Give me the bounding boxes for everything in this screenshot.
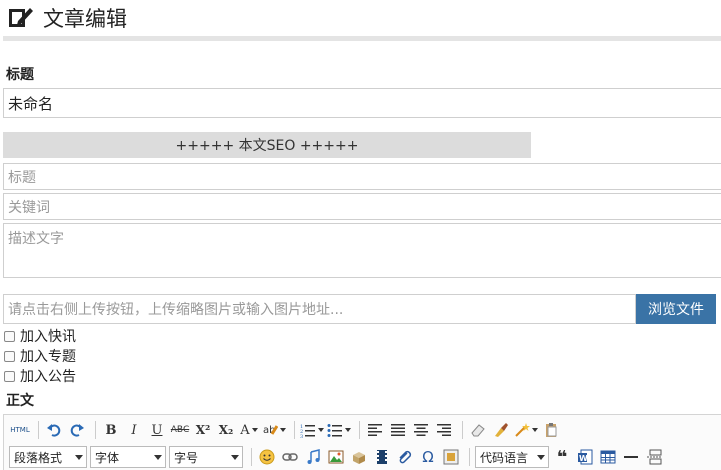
eraser-icon[interactable] bbox=[468, 419, 488, 441]
page-break-icon[interactable] bbox=[644, 446, 664, 468]
paragraph-format-select[interactable]: 段落格式 bbox=[9, 446, 87, 468]
emoji-icon[interactable] bbox=[257, 446, 277, 468]
checkbox[interactable] bbox=[4, 330, 15, 342]
toolbar-separator bbox=[38, 421, 39, 439]
italic-button[interactable]: I bbox=[124, 419, 144, 441]
word-paste-icon[interactable]: W bbox=[575, 446, 595, 468]
align-center-icon[interactable] bbox=[411, 419, 431, 441]
toolbar-separator bbox=[462, 421, 463, 439]
checkbox-announcement[interactable]: 加入公告 bbox=[4, 367, 76, 385]
edit-icon bbox=[9, 8, 33, 27]
table-icon[interactable] bbox=[598, 446, 618, 468]
font-family-select[interactable]: 字体 bbox=[90, 446, 166, 468]
music-icon[interactable] bbox=[303, 446, 323, 468]
attachment-package-icon[interactable] bbox=[349, 446, 369, 468]
special-char-button[interactable]: Ω bbox=[418, 446, 438, 468]
rich-text-editor: HTML B I U ABC X² X₂ A ab 123 段落格式 字体 字号… bbox=[3, 414, 721, 470]
ordered-list-button[interactable]: 123 bbox=[300, 419, 324, 441]
font-color-button[interactable]: A bbox=[239, 419, 259, 441]
title-input[interactable]: 未命名 bbox=[3, 88, 721, 118]
superscript-button[interactable]: X² bbox=[193, 419, 213, 441]
toolbar-separator bbox=[294, 421, 295, 439]
toolbar-separator bbox=[95, 421, 96, 439]
checkbox-label: 加入快讯 bbox=[20, 329, 76, 345]
unordered-list-icon bbox=[327, 424, 342, 437]
image-icon[interactable] bbox=[326, 446, 346, 468]
checkbox[interactable] bbox=[4, 370, 15, 382]
code-language-value: 代码语言 bbox=[480, 450, 529, 465]
paperclip-icon[interactable] bbox=[395, 446, 415, 468]
checkbox-flash-news[interactable]: 加入快讯 bbox=[4, 327, 76, 345]
frame-image-icon[interactable] bbox=[441, 446, 461, 468]
font-color-icon: A bbox=[240, 422, 250, 438]
toolbar-separator bbox=[469, 448, 470, 466]
thumbnail-url-input[interactable]: 请点击右侧上传按钮，上传缩略图片或输入图片地址... bbox=[3, 294, 636, 324]
strikethrough-button[interactable]: ABC bbox=[170, 419, 190, 441]
body-label: 正文 bbox=[6, 393, 34, 409]
seo-description-textarea[interactable]: 描述文字 bbox=[3, 223, 721, 278]
highlight-icon: ab bbox=[263, 425, 278, 436]
bold-button[interactable]: B bbox=[101, 419, 121, 441]
paragraph-format-value: 段落格式 bbox=[14, 450, 63, 465]
seo-section-bar[interactable]: +++++ 本文SEO +++++ bbox=[3, 132, 531, 158]
page-header: 文章编辑 bbox=[0, 0, 721, 36]
toolbar-separator bbox=[359, 421, 360, 439]
editor-toolbar-row-1: HTML B I U ABC X² X₂ A ab 123 bbox=[4, 417, 564, 443]
checkbox-label: 加入专题 bbox=[20, 349, 76, 365]
checkbox[interactable] bbox=[4, 350, 15, 362]
font-size-select[interactable]: 字号 bbox=[169, 446, 243, 468]
video-icon[interactable] bbox=[372, 446, 392, 468]
toolbar-separator bbox=[251, 448, 252, 466]
align-right-icon[interactable] bbox=[434, 419, 454, 441]
ordered-list-icon: 123 bbox=[300, 424, 315, 438]
redo-icon[interactable] bbox=[67, 419, 87, 441]
svg-text:3: 3 bbox=[300, 434, 303, 438]
html-source-button[interactable]: HTML bbox=[10, 419, 30, 441]
highlight-button[interactable]: ab bbox=[262, 419, 286, 441]
magic-wand-icon[interactable] bbox=[514, 419, 538, 441]
font-family-value: 字体 bbox=[95, 450, 120, 465]
header-divider bbox=[3, 36, 721, 41]
paste-icon[interactable] bbox=[541, 419, 561, 441]
underline-button[interactable]: U bbox=[147, 419, 167, 441]
code-language-select[interactable]: 代码语言 bbox=[475, 446, 549, 468]
seo-title-input[interactable]: 标题 bbox=[3, 163, 721, 190]
link-icon[interactable] bbox=[280, 446, 300, 468]
undo-icon[interactable] bbox=[44, 419, 64, 441]
horizontal-rule-icon[interactable] bbox=[621, 446, 641, 468]
browse-files-button[interactable]: 浏览文件 bbox=[636, 294, 716, 324]
align-left-icon[interactable] bbox=[365, 419, 385, 441]
font-size-value: 字号 bbox=[174, 450, 199, 465]
format-brush-icon[interactable] bbox=[491, 419, 511, 441]
subscript-button[interactable]: X₂ bbox=[216, 419, 236, 441]
title-label: 标题 bbox=[6, 67, 34, 83]
align-justify-icon[interactable] bbox=[388, 419, 408, 441]
blockquote-button[interactable]: ❝ bbox=[552, 446, 572, 468]
checkbox-topic[interactable]: 加入专题 bbox=[4, 347, 76, 365]
page-title: 文章编辑 bbox=[43, 7, 127, 31]
svg-text:W: W bbox=[579, 454, 588, 463]
seo-keywords-input[interactable]: 关键词 bbox=[3, 193, 721, 220]
editor-toolbar-row-2: 段落格式 字体 字号 Ω 代码语言 ❝ W bbox=[4, 444, 667, 470]
checkbox-label: 加入公告 bbox=[20, 369, 76, 385]
unordered-list-button[interactable] bbox=[327, 419, 351, 441]
